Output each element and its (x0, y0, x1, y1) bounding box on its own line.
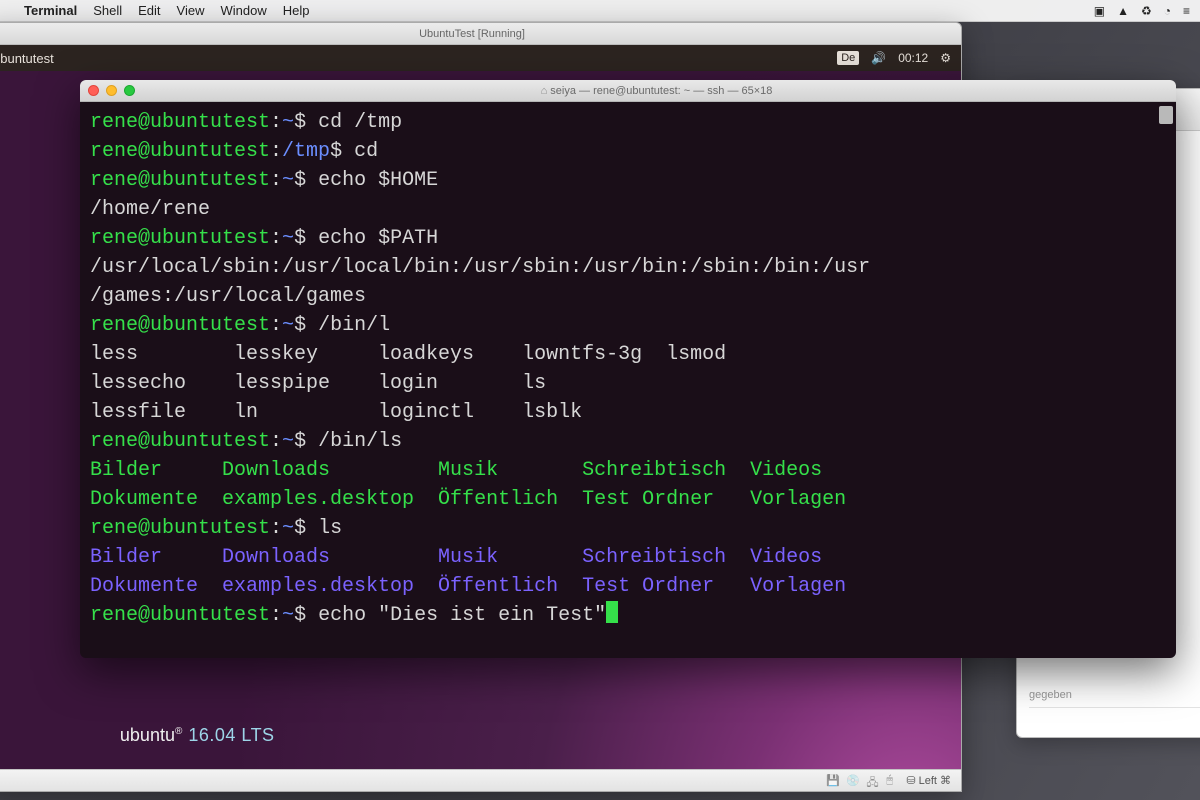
terminal-line: /home/rene (90, 195, 1166, 224)
virtualbox-titlebar[interactable]: UbuntuTest [Running] (0, 23, 961, 45)
terminal-line: Dokumente examples.desktop Öffentlich Te… (90, 485, 1166, 514)
mac-menubar: Terminal Shell Edit View Window Help ▣ ▲… (0, 0, 1200, 22)
virtualbox-statusbar: 💾 💿 🖧 🖱 ⛁ Left ⌘ (0, 769, 961, 791)
ubuntu-brand: ubuntu®16.04 LTS (120, 725, 275, 746)
terminal-line: Bilder Downloads Musik Schreibtisch Vide… (90, 543, 1166, 572)
terminal-line: Dokumente examples.desktop Öffentlich Te… (90, 572, 1166, 601)
vbox-status-icon: 🖧 (866, 774, 880, 788)
terminal-line: rene@ubuntutest:~$ echo $HOME (90, 166, 1166, 195)
status-icon[interactable]: ▲ (1117, 4, 1129, 18)
menu-edit[interactable]: Edit (138, 3, 160, 18)
vbox-hostkey: ⛁ Left ⌘ (906, 774, 951, 787)
terminal-line: rene@ubuntutest:~$ echo "Dies ist ein Te… (90, 601, 1166, 630)
vbox-status-icon: 💾 (826, 774, 840, 788)
keyboard-indicator[interactable]: De (837, 51, 859, 65)
terminal-line: rene@ubuntutest:~$ ls (90, 514, 1166, 543)
background-window-text: gegeben (1029, 683, 1200, 708)
terminal-line: lessecho lesspipe login ls (90, 369, 1166, 398)
status-icon[interactable]: ♻ (1141, 4, 1152, 18)
terminal-line: less lesskey loadkeys lowntfs-3g lsmod (90, 340, 1166, 369)
terminal-line: rene@ubuntutest:/tmp$ cd (90, 137, 1166, 166)
status-icon[interactable]: ≡ (1183, 4, 1190, 18)
ubuntu-topbar: ubuntutest De 🔊 00:12 ⚙ (0, 45, 961, 71)
clock[interactable]: 00:12 (898, 51, 928, 65)
vbox-status-icon: 🖱 (886, 774, 900, 788)
status-icon[interactable]: ◔ (1164, 4, 1171, 18)
terminal-window[interactable]: ⌂ seiya — rene@ubuntutest: ~ — ssh — 65×… (80, 80, 1176, 658)
terminal-line: lessfile ln loginctl lsblk (90, 398, 1166, 427)
scrollbar-thumb[interactable] (1159, 106, 1173, 124)
terminal-line: rene@ubuntutest:~$ echo $PATH (90, 224, 1166, 253)
zoom-icon[interactable] (124, 85, 135, 96)
terminal-titlebar[interactable]: ⌂ seiya — rene@ubuntutest: ~ — ssh — 65×… (80, 80, 1176, 102)
menu-view[interactable]: View (177, 3, 205, 18)
cursor (606, 601, 618, 623)
menu-help[interactable]: Help (283, 3, 310, 18)
terminal-line: /usr/local/sbin:/usr/local/bin:/usr/sbin… (90, 253, 1166, 282)
virtualbox-title: UbuntuTest [Running] (419, 28, 525, 40)
terminal-line: rene@ubuntutest:~$ cd /tmp (90, 108, 1166, 137)
close-icon[interactable] (88, 85, 99, 96)
terminal-title: ⌂ seiya — rene@ubuntutest: ~ — ssh — 65×… (145, 85, 1168, 97)
terminal-body[interactable]: rene@ubuntutest:~$ cd /tmprene@ubuntutes… (80, 102, 1176, 658)
terminal-line: Bilder Downloads Musik Schreibtisch Vide… (90, 456, 1166, 485)
menu-shell[interactable]: Shell (93, 3, 122, 18)
ubuntu-topbar-title: ubuntutest (0, 51, 54, 66)
menu-window[interactable]: Window (221, 3, 267, 18)
minimize-icon[interactable] (106, 85, 117, 96)
volume-icon[interactable]: 🔊 (871, 51, 886, 65)
terminal-line: rene@ubuntutest:~$ /bin/l (90, 311, 1166, 340)
terminal-line: rene@ubuntutest:~$ /bin/ls (90, 427, 1166, 456)
terminal-line: /games:/usr/local/games (90, 282, 1166, 311)
menu-app[interactable]: Terminal (24, 3, 77, 18)
vbox-status-icon: 💿 (846, 774, 860, 788)
status-icon[interactable]: ▣ (1094, 4, 1105, 18)
gear-icon[interactable]: ⚙ (940, 51, 951, 65)
